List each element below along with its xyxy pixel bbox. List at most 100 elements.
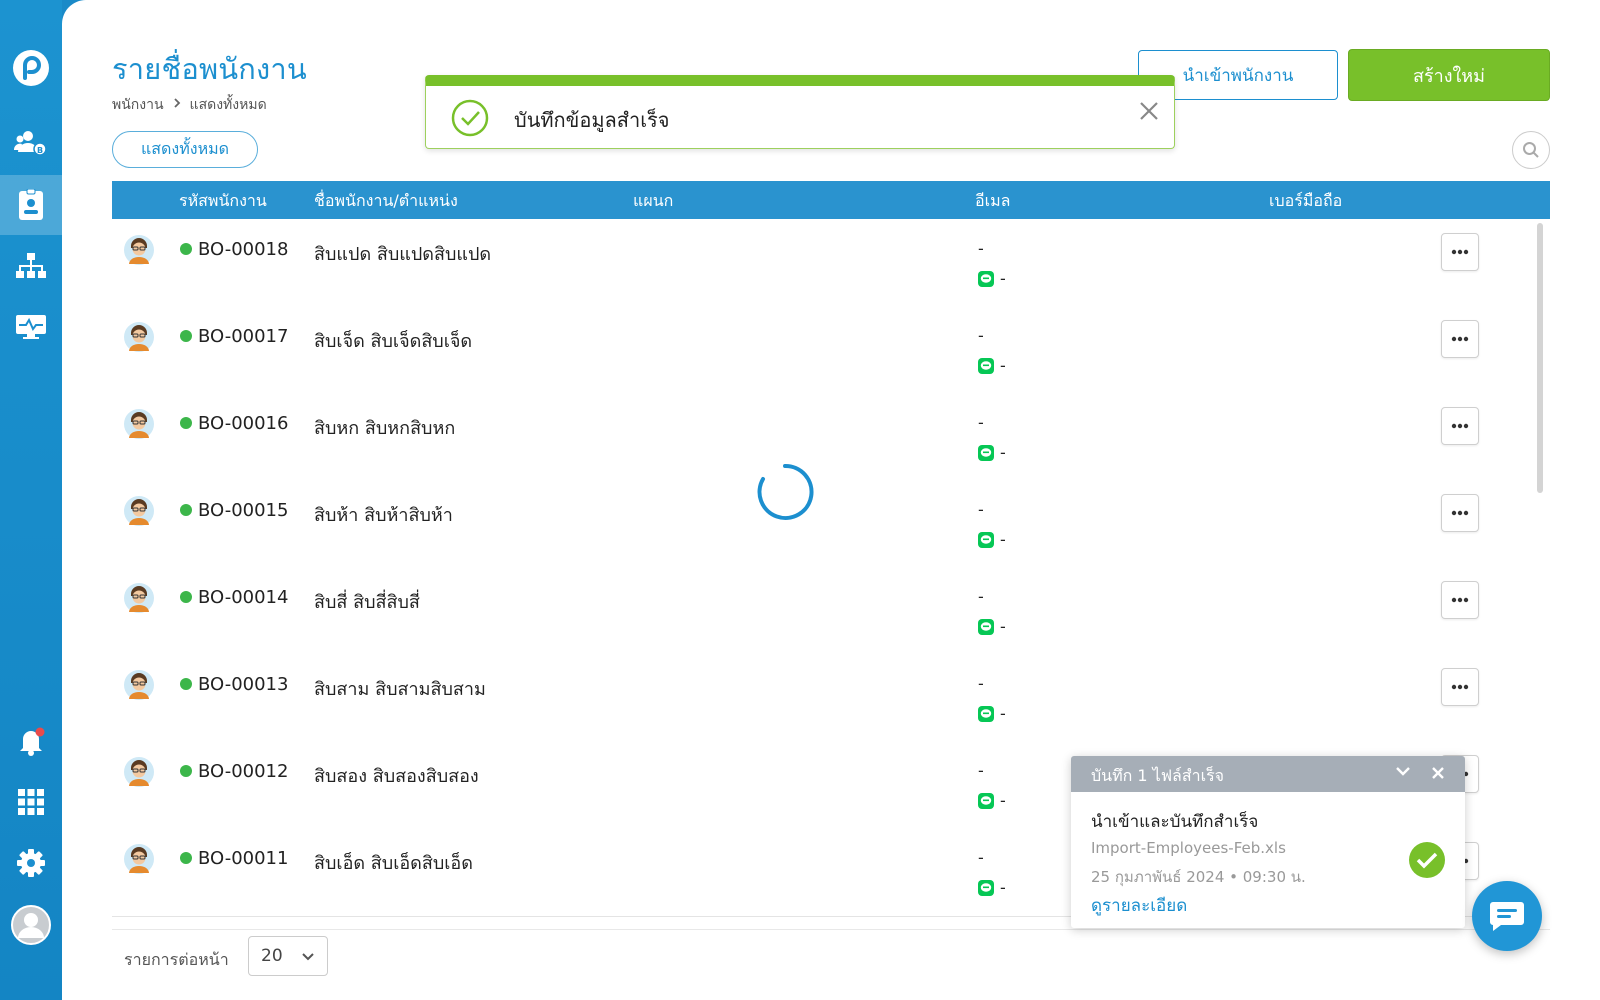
create-new-button[interactable]: สร้างใหม่	[1348, 49, 1550, 101]
user-group-icon[interactable]: B	[0, 113, 62, 173]
table-row[interactable]: BO-00017 สิบเจ็ด สิบเจ็ดสิบเจ็ด - -	[112, 306, 1530, 395]
employee-code: BO-00017	[198, 326, 289, 347]
employee-name[interactable]: สิบแปด สิบแปดสิบแปด	[314, 239, 491, 268]
more-actions-button[interactable]	[1441, 233, 1479, 271]
chevron-right-icon	[172, 97, 182, 113]
employee-name[interactable]: สิบหก สิบหกสิบหก	[314, 413, 455, 442]
close-icon[interactable]	[1431, 766, 1445, 780]
more-actions-button[interactable]	[1441, 407, 1479, 445]
table-row[interactable]: BO-00016 สิบหก สิบหกสิบหก - -	[112, 393, 1530, 482]
upload-status-panel: บันทึก 1 ไฟล์สำเร็จ นำเข้าและบันทึกสำเร็…	[1071, 756, 1465, 928]
upload-panel-title: บันทึก 1 ไฟล์สำเร็จ	[1091, 766, 1225, 785]
column-header-department[interactable]: แผนก	[633, 189, 673, 214]
more-actions-button[interactable]	[1441, 320, 1479, 358]
more-icon	[1451, 249, 1469, 255]
close-icon[interactable]	[1138, 100, 1160, 122]
pagination-footer: รายการต่อหน้า 20	[112, 929, 1550, 1000]
chat-button[interactable]	[1472, 881, 1542, 951]
line-id: -	[1000, 269, 1006, 288]
line-id: -	[1000, 791, 1006, 810]
breadcrumb-employees[interactable]: พนักงาน	[112, 94, 164, 116]
status-active-dot	[180, 504, 192, 516]
table-row[interactable]: BO-00018 สิบแปด สิบแปดสิบแปด - -	[112, 219, 1530, 308]
per-page-label: รายการต่อหน้า	[124, 950, 229, 969]
more-icon	[1451, 423, 1469, 429]
breadcrumb-show-all: แสดงทั้งหมด	[189, 97, 267, 113]
avatar-icon	[124, 583, 154, 613]
main-panel: รายชื่อพนักงาน พนักงาน แสดงทั้งหมด แสดงท…	[62, 0, 1600, 1000]
per-page-select[interactable]: 20	[248, 936, 328, 976]
table-row[interactable]: BO-00013 สิบสาม สิบสามสิบสาม - -	[112, 654, 1530, 743]
more-actions-button[interactable]	[1441, 668, 1479, 706]
employee-name[interactable]: สิบเจ็ด สิบเจ็ดสิบเจ็ด	[314, 326, 472, 355]
column-header-code[interactable]: รหัสพนักงาน	[179, 189, 267, 214]
status-active-dot	[180, 591, 192, 603]
avatar-icon	[124, 235, 154, 265]
scrollbar[interactable]	[1537, 223, 1543, 493]
status-active-dot	[180, 243, 192, 255]
table-row[interactable]: BO-00014 สิบสี่ สิบสี่สิบสี่ - -	[112, 567, 1530, 656]
column-header-name[interactable]: ชื่อพนักงาน/ตำแหน่ง	[314, 189, 458, 214]
line-id: -	[1000, 530, 1006, 549]
employee-code: BO-00018	[198, 239, 289, 260]
more-icon	[1451, 597, 1469, 603]
employee-name[interactable]: สิบสาม สิบสามสิบสาม	[314, 674, 486, 703]
avatar-icon	[124, 496, 154, 526]
chevron-down-icon[interactable]	[1395, 766, 1411, 778]
settings-icon[interactable]	[0, 833, 62, 893]
employee-code: BO-00012	[198, 761, 289, 782]
profile-avatar-icon[interactable]	[0, 895, 62, 955]
logo-icon[interactable]	[0, 38, 62, 98]
more-actions-button[interactable]	[1441, 581, 1479, 619]
more-actions-button[interactable]	[1441, 494, 1479, 532]
line-id: -	[1000, 617, 1006, 636]
avatar-icon	[124, 322, 154, 352]
status-active-dot	[180, 765, 192, 777]
employee-name[interactable]: สิบห้า สิบห้าสิบห้า	[314, 500, 453, 529]
column-header-phone[interactable]: เบอร์มือถือ	[1269, 189, 1342, 214]
employee-card-icon[interactable]	[0, 175, 62, 235]
upload-file-name: Import-Employees-Feb.xls	[1091, 839, 1286, 857]
line-icon	[978, 357, 994, 374]
apps-grid-icon[interactable]	[0, 772, 62, 832]
avatar-icon	[124, 670, 154, 700]
loading-spinner-icon	[757, 463, 814, 520]
org-chart-icon[interactable]	[0, 236, 62, 296]
avatar-icon	[124, 409, 154, 439]
line-id: -	[1000, 704, 1006, 723]
line-contact: -	[978, 704, 1006, 723]
check-circle-icon	[451, 99, 489, 137]
employee-name[interactable]: สิบเอ็ด สิบเอ็ดสิบเอ็ด	[314, 848, 473, 877]
line-contact: -	[978, 878, 1006, 897]
line-icon	[978, 618, 994, 635]
search-icon	[1523, 142, 1539, 158]
line-contact: -	[978, 269, 1006, 288]
status-active-dot	[180, 330, 192, 342]
line-id: -	[1000, 356, 1006, 375]
table-header: รหัสพนักงาน ชื่อพนักงาน/ตำแหน่ง แผนก อีเ…	[112, 181, 1550, 219]
employee-email: -	[978, 413, 984, 432]
status-active-dot	[180, 417, 192, 429]
employee-email: -	[978, 761, 984, 780]
monitor-icon[interactable]	[0, 297, 62, 357]
column-header-email[interactable]: อีเมล	[975, 189, 1010, 214]
upload-result-title: นำเข้าและบันทึกสำเร็จ	[1091, 812, 1259, 832]
bell-icon[interactable]	[0, 711, 62, 771]
line-contact: -	[978, 617, 1006, 636]
view-details-link[interactable]: ดูรายละเอียด	[1091, 892, 1187, 919]
line-id: -	[1000, 443, 1006, 462]
success-toast: บันทึกข้อมูลสำเร็จ	[425, 75, 1175, 149]
table-row[interactable]: BO-00015 สิบห้า สิบห้าสิบห้า - -	[112, 480, 1530, 569]
page-title: รายชื่อพนักงาน	[112, 52, 307, 86]
employee-code: BO-00013	[198, 674, 289, 695]
employee-name[interactable]: สิบสอง สิบสองสิบสอง	[314, 761, 479, 790]
line-contact: -	[978, 356, 1006, 375]
employee-code: BO-00016	[198, 413, 289, 434]
filter-show-all-button[interactable]: แสดงทั้งหมด	[112, 131, 258, 168]
line-icon	[978, 792, 994, 809]
search-button[interactable]	[1512, 131, 1550, 169]
more-icon	[1451, 336, 1469, 342]
employee-name[interactable]: สิบสี่ สิบสี่สิบสี่	[314, 587, 420, 616]
line-icon	[978, 879, 994, 896]
breadcrumb: พนักงาน แสดงทั้งหมด	[112, 94, 267, 116]
